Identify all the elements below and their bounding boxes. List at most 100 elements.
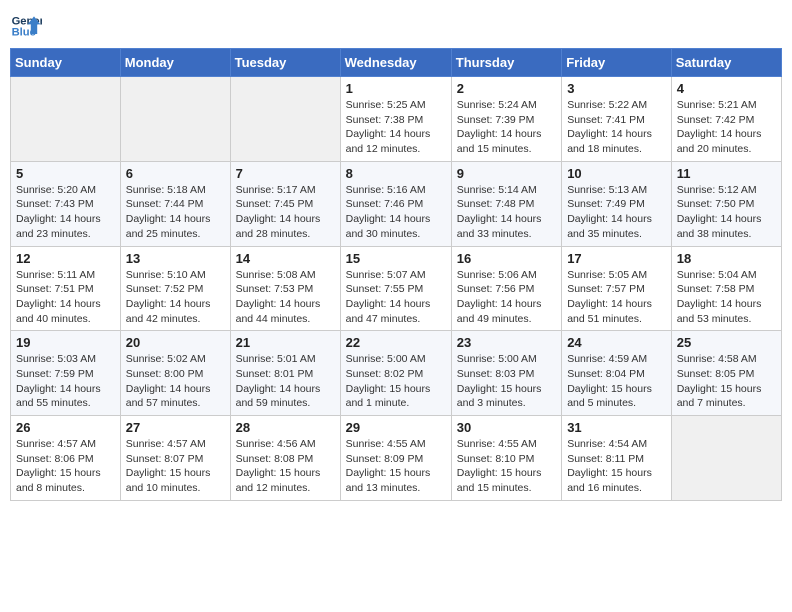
- day-info: Sunrise: 4:57 AM Sunset: 8:07 PM Dayligh…: [126, 437, 225, 496]
- calendar-cell: 24 Sunrise: 4:59 AM Sunset: 8:04 PM Dayli…: [562, 331, 672, 416]
- calendar-cell: 8Sunrise: 5:16 AM Sunset: 7:46 PM Daylig…: [340, 161, 451, 246]
- day-number: 23: [457, 335, 556, 350]
- day-info: Sunrise: 5:12 AM Sunset: 7:50 PM Dayligh…: [677, 183, 776, 242]
- calendar-cell: 4 Sunrise: 5:21 AM Sunset: 7:42 PM Daylig…: [671, 77, 781, 162]
- day-number: 29: [346, 420, 446, 435]
- calendar-cell: 11 Sunrise: 5:12 AM Sunset: 7:50 PM Dayli…: [671, 161, 781, 246]
- weekday-header: Friday: [562, 49, 672, 77]
- day-number: 5: [16, 166, 115, 181]
- day-number: 15: [346, 251, 446, 266]
- day-info: Sunrise: 5:02 AM Sunset: 8:00 PM Dayligh…: [126, 352, 225, 411]
- weekday-header: Saturday: [671, 49, 781, 77]
- calendar-cell: 7 Sunrise: 5:17 AM Sunset: 7:45 PM Daylig…: [230, 161, 340, 246]
- day-number: 13: [126, 251, 225, 266]
- calendar-week-row: 5 Sunrise: 5:20 AM Sunset: 7:43 PM Daylig…: [11, 161, 782, 246]
- day-info: Sunrise: 5:24 AM Sunset: 7:39 PM Dayligh…: [457, 98, 556, 157]
- calendar-cell: 27 Sunrise: 4:57 AM Sunset: 8:07 PM Dayli…: [120, 416, 230, 501]
- calendar-cell: [230, 77, 340, 162]
- day-number: 31: [567, 420, 666, 435]
- calendar-cell: 1Sunrise: 5:25 AM Sunset: 7:38 PM Daylig…: [340, 77, 451, 162]
- day-number: 3: [567, 81, 666, 96]
- day-number: 24: [567, 335, 666, 350]
- calendar-cell: 2 Sunrise: 5:24 AM Sunset: 7:39 PM Daylig…: [451, 77, 561, 162]
- day-number: 2: [457, 81, 556, 96]
- day-number: 21: [236, 335, 335, 350]
- calendar-cell: 15 Sunrise: 5:07 AM Sunset: 7:55 PM Dayli…: [340, 246, 451, 331]
- day-number: 20: [126, 335, 225, 350]
- calendar-cell: 3Sunrise: 5:22 AM Sunset: 7:41 PM Daylig…: [562, 77, 672, 162]
- calendar-cell: 31 Sunrise: 4:54 AM Sunset: 8:11 PM Dayli…: [562, 416, 672, 501]
- day-number: 18: [677, 251, 776, 266]
- day-info: Sunrise: 5:13 AM Sunset: 7:49 PM Dayligh…: [567, 183, 666, 242]
- day-info: Sunrise: 5:17 AM Sunset: 7:45 PM Dayligh…: [236, 183, 335, 242]
- calendar-cell: 13 Sunrise: 5:10 AM Sunset: 7:52 PM Dayli…: [120, 246, 230, 331]
- calendar-cell: [11, 77, 121, 162]
- calendar-cell: 17Sunrise: 5:05 AM Sunset: 7:57 PM Dayli…: [562, 246, 672, 331]
- day-info: Sunrise: 4:55 AM Sunset: 8:09 PM Dayligh…: [346, 437, 446, 496]
- day-number: 16: [457, 251, 556, 266]
- calendar-cell: 12 Sunrise: 5:11 AM Sunset: 7:51 PM Dayli…: [11, 246, 121, 331]
- calendar-cell: 23 Sunrise: 5:00 AM Sunset: 8:03 PM Dayli…: [451, 331, 561, 416]
- calendar-cell: 18 Sunrise: 5:04 AM Sunset: 7:58 PM Dayli…: [671, 246, 781, 331]
- calendar-cell: 19 Sunrise: 5:03 AM Sunset: 7:59 PM Dayli…: [11, 331, 121, 416]
- day-info: Sunrise: 4:54 AM Sunset: 8:11 PM Dayligh…: [567, 437, 666, 496]
- calendar-cell: 9 Sunrise: 5:14 AM Sunset: 7:48 PM Daylig…: [451, 161, 561, 246]
- calendar-cell: 16 Sunrise: 5:06 AM Sunset: 7:56 PM Dayli…: [451, 246, 561, 331]
- calendar-cell: 26 Sunrise: 4:57 AM Sunset: 8:06 PM Dayli…: [11, 416, 121, 501]
- day-info: Sunrise: 5:06 AM Sunset: 7:56 PM Dayligh…: [457, 268, 556, 327]
- day-info: Sunrise: 5:07 AM Sunset: 7:55 PM Dayligh…: [346, 268, 446, 327]
- day-number: 26: [16, 420, 115, 435]
- day-info: Sunrise: 5:11 AM Sunset: 7:51 PM Dayligh…: [16, 268, 115, 327]
- day-info: Sunrise: 4:56 AM Sunset: 8:08 PM Dayligh…: [236, 437, 335, 496]
- day-info: Sunrise: 5:03 AM Sunset: 7:59 PM Dayligh…: [16, 352, 115, 411]
- day-number: 8: [346, 166, 446, 181]
- day-number: 30: [457, 420, 556, 435]
- day-number: 4: [677, 81, 776, 96]
- calendar-cell: 5 Sunrise: 5:20 AM Sunset: 7:43 PM Daylig…: [11, 161, 121, 246]
- calendar-cell: [671, 416, 781, 501]
- calendar-week-row: 26 Sunrise: 4:57 AM Sunset: 8:06 PM Dayli…: [11, 416, 782, 501]
- calendar-cell: 29 Sunrise: 4:55 AM Sunset: 8:09 PM Dayli…: [340, 416, 451, 501]
- weekday-header: Sunday: [11, 49, 121, 77]
- logo-icon: General Blue: [10, 10, 42, 42]
- day-number: 25: [677, 335, 776, 350]
- logo: General Blue: [10, 10, 42, 42]
- day-number: 12: [16, 251, 115, 266]
- day-info: Sunrise: 5:08 AM Sunset: 7:53 PM Dayligh…: [236, 268, 335, 327]
- calendar-cell: [120, 77, 230, 162]
- calendar-week-row: 12 Sunrise: 5:11 AM Sunset: 7:51 PM Dayli…: [11, 246, 782, 331]
- day-number: 7: [236, 166, 335, 181]
- day-number: 27: [126, 420, 225, 435]
- day-info: Sunrise: 5:01 AM Sunset: 8:01 PM Dayligh…: [236, 352, 335, 411]
- calendar-cell: 20 Sunrise: 5:02 AM Sunset: 8:00 PM Dayli…: [120, 331, 230, 416]
- calendar-week-row: 1Sunrise: 5:25 AM Sunset: 7:38 PM Daylig…: [11, 77, 782, 162]
- weekday-header: Wednesday: [340, 49, 451, 77]
- calendar-week-row: 19 Sunrise: 5:03 AM Sunset: 7:59 PM Dayli…: [11, 331, 782, 416]
- calendar-cell: 25 Sunrise: 4:58 AM Sunset: 8:05 PM Dayli…: [671, 331, 781, 416]
- calendar-cell: 14Sunrise: 5:08 AM Sunset: 7:53 PM Dayli…: [230, 246, 340, 331]
- weekday-header: Monday: [120, 49, 230, 77]
- day-info: Sunrise: 5:10 AM Sunset: 7:52 PM Dayligh…: [126, 268, 225, 327]
- calendar-cell: 22 Sunrise: 5:00 AM Sunset: 8:02 PM Dayli…: [340, 331, 451, 416]
- day-info: Sunrise: 5:14 AM Sunset: 7:48 PM Dayligh…: [457, 183, 556, 242]
- day-info: Sunrise: 5:20 AM Sunset: 7:43 PM Dayligh…: [16, 183, 115, 242]
- day-info: Sunrise: 4:59 AM Sunset: 8:04 PM Dayligh…: [567, 352, 666, 411]
- calendar-cell: 21 Sunrise: 5:01 AM Sunset: 8:01 PM Dayli…: [230, 331, 340, 416]
- day-number: 9: [457, 166, 556, 181]
- calendar-cell: 30Sunrise: 4:55 AM Sunset: 8:10 PM Dayli…: [451, 416, 561, 501]
- day-info: Sunrise: 5:21 AM Sunset: 7:42 PM Dayligh…: [677, 98, 776, 157]
- day-info: Sunrise: 5:18 AM Sunset: 7:44 PM Dayligh…: [126, 183, 225, 242]
- weekday-header: Thursday: [451, 49, 561, 77]
- day-number: 22: [346, 335, 446, 350]
- day-info: Sunrise: 5:00 AM Sunset: 8:03 PM Dayligh…: [457, 352, 556, 411]
- day-number: 28: [236, 420, 335, 435]
- day-info: Sunrise: 4:57 AM Sunset: 8:06 PM Dayligh…: [16, 437, 115, 496]
- day-number: 6: [126, 166, 225, 181]
- day-info: Sunrise: 5:04 AM Sunset: 7:58 PM Dayligh…: [677, 268, 776, 327]
- day-info: Sunrise: 5:00 AM Sunset: 8:02 PM Dayligh…: [346, 352, 446, 411]
- day-number: 17: [567, 251, 666, 266]
- day-info: Sunrise: 4:58 AM Sunset: 8:05 PM Dayligh…: [677, 352, 776, 411]
- calendar-cell: 10Sunrise: 5:13 AM Sunset: 7:49 PM Dayli…: [562, 161, 672, 246]
- day-number: 19: [16, 335, 115, 350]
- day-number: 11: [677, 166, 776, 181]
